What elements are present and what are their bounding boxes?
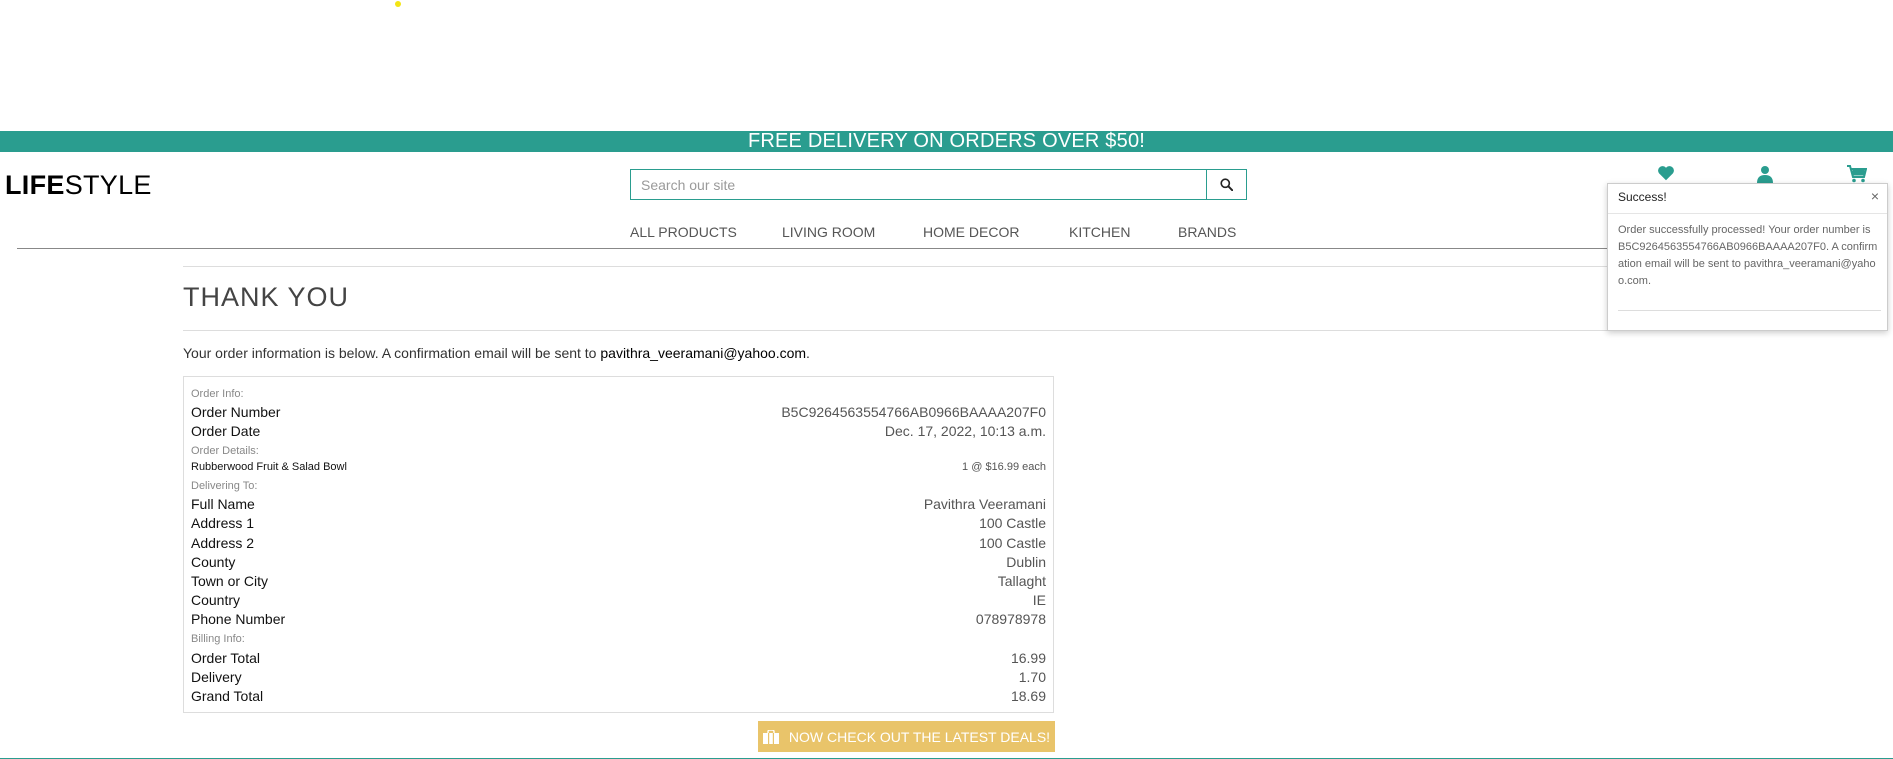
delivery-value: 1.70 xyxy=(1018,669,1046,685)
order-date-value: Dec. 17, 2022, 10:13 a.m. xyxy=(884,423,1046,439)
intro-end: . xyxy=(806,345,810,361)
order-item-qty: 1 @ $16.99 each xyxy=(962,461,1046,473)
nav-brands[interactable]: BRANDS xyxy=(1178,224,1236,240)
address2-label: Address 2 xyxy=(191,535,255,551)
county-label: County xyxy=(191,554,236,570)
order-details-label: Order Details: xyxy=(191,445,259,457)
order-number-label: Order Number xyxy=(191,404,281,420)
toast-header-divider xyxy=(1608,213,1887,214)
country-row: Country IE xyxy=(191,592,1046,608)
town-row: Town or City Tallaght xyxy=(191,573,1046,589)
order-total-row: Order Total 16.99 xyxy=(191,650,1046,666)
intro-text: Your order information is below. A confi… xyxy=(183,345,810,361)
search-form xyxy=(630,169,1247,200)
address2-row: Address 2 100 Castle xyxy=(191,535,1046,551)
phone-value: 078978978 xyxy=(975,611,1046,627)
order-item-name: Rubberwood Fruit & Salad Bowl xyxy=(191,461,347,473)
title-top-divider xyxy=(183,266,1623,267)
latest-deals-label: NOW CHECK OUT THE LATEST DEALS! xyxy=(788,728,1051,745)
site-logo[interactable]: LIFESTYLE xyxy=(5,170,152,201)
address1-row: Address 1 100 Castle xyxy=(191,515,1046,531)
grand-total-value: 18.69 xyxy=(1010,688,1046,704)
latest-deals-button[interactable]: NOW CHECK OUT THE LATEST DEALS! xyxy=(758,721,1055,752)
grand-total-label: Grand Total xyxy=(191,688,264,704)
billing-info-label: Billing Info: xyxy=(191,633,245,645)
search-input[interactable] xyxy=(630,169,1206,200)
success-toast: Success! × Order successfully processed!… xyxy=(1607,183,1888,331)
logo-light: STYLE xyxy=(64,170,152,200)
title-bottom-divider xyxy=(183,330,1623,331)
nav-home-decor[interactable]: HOME DECOR xyxy=(923,224,1019,240)
order-total-value: 16.99 xyxy=(1010,650,1046,666)
toast-message: Order successfully processed! Your order… xyxy=(1618,224,1878,287)
delivering-to-label: Delivering To: xyxy=(191,480,258,492)
order-info-label: Order Info: xyxy=(191,388,244,400)
close-icon[interactable]: × xyxy=(1871,188,1879,204)
toast-bottom-divider xyxy=(1618,310,1881,311)
full-name-value: Pavithra Veeramani xyxy=(923,496,1046,512)
town-value: Tallaght xyxy=(997,573,1046,589)
order-total-label: Order Total xyxy=(191,650,260,666)
address1-label: Address 1 xyxy=(191,515,255,531)
nav-living-room[interactable]: LIVING ROOM xyxy=(782,224,875,240)
cart-icon xyxy=(1847,165,1868,183)
intro-email: pavithra_veeramani@yahoo.com xyxy=(600,345,807,361)
order-number-value: B5C9264563554766AB0966BAAAA207F0 xyxy=(781,404,1046,420)
county-row: County Dublin xyxy=(191,554,1046,570)
order-date-label: Order Date xyxy=(191,423,261,439)
grand-total-row: Grand Total 18.69 xyxy=(191,688,1046,704)
free-delivery-banner: FREE DELIVERY ON ORDERS OVER $50! xyxy=(0,131,1893,152)
intro-message: Your order information is below. A confi… xyxy=(183,345,601,361)
country-label: Country xyxy=(191,592,241,608)
page-title: THANK YOU xyxy=(183,282,350,312)
nav-divider xyxy=(17,248,1617,249)
order-item-row: Rubberwood Fruit & Salad Bowl 1 @ $16.99… xyxy=(191,461,1046,473)
delivery-label: Delivery xyxy=(191,669,242,685)
address2-value: 100 Castle xyxy=(979,535,1046,551)
logo-bold: LIFE xyxy=(5,170,65,200)
address1-value: 100 Castle xyxy=(979,515,1046,531)
delivery-row: Delivery 1.70 xyxy=(191,669,1046,685)
order-number-row: Order Number B5C9264563554766AB0966BAAAA… xyxy=(191,404,1046,420)
shopping-bag-icon xyxy=(762,729,779,744)
full-name-label: Full Name xyxy=(191,496,255,512)
full-name-row: Full Name Pavithra Veeramani xyxy=(191,496,1046,512)
cursor-dot xyxy=(395,1,401,7)
county-value: Dublin xyxy=(1006,554,1046,570)
phone-row: Phone Number 078978978 xyxy=(191,611,1046,627)
toast-title: Success! xyxy=(1618,190,1667,204)
search-icon xyxy=(1220,178,1233,191)
order-summary-box: Order Info: Order Number B5C926456355476… xyxy=(183,376,1054,713)
nav-all-products[interactable]: ALL PRODUCTS xyxy=(630,224,737,240)
town-label: Town or City xyxy=(191,573,269,589)
country-value: IE xyxy=(1032,592,1046,608)
user-icon xyxy=(1757,166,1773,183)
nav-kitchen[interactable]: KITCHEN xyxy=(1069,224,1130,240)
order-date-row: Order Date Dec. 17, 2022, 10:13 a.m. xyxy=(191,423,1046,439)
search-button[interactable] xyxy=(1206,169,1247,200)
heart-icon xyxy=(1658,166,1674,181)
phone-label: Phone Number xyxy=(191,611,286,627)
